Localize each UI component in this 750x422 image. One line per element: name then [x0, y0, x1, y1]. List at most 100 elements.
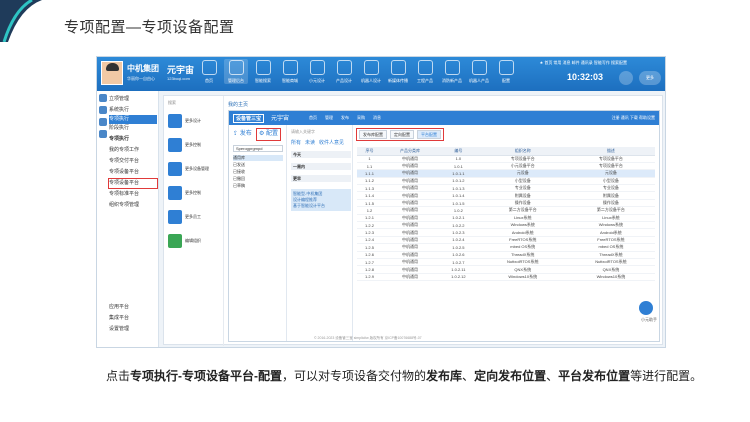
table-row[interactable]: 1.1.5 中机通用 1.0.1.5 操作设备 操作设备 — [357, 199, 655, 208]
workspace-item[interactable]: 更多员工 — [168, 208, 222, 228]
table-row[interactable]: 1.1 中机通用 1.0.1 小元设备平台 专项设备平台 — [357, 162, 655, 171]
workspace-item[interactable]: 更多设计 — [168, 112, 222, 132]
library-tree-item[interactable]: 已草稿 — [233, 183, 245, 189]
inner-menu-item[interactable]: 管理 — [325, 115, 333, 121]
tab-publish[interactable]: ⇪ 发布 — [233, 129, 252, 140]
workspace-item-label: 编辑组织 — [185, 238, 201, 243]
doc-icon[interactable] — [99, 106, 107, 114]
inner-menu-item[interactable]: 首页 — [309, 115, 317, 121]
nav-item[interactable]: 机器人设计 — [359, 59, 383, 84]
home-icon[interactable] — [99, 94, 107, 102]
folder-icon[interactable] — [99, 130, 107, 138]
nav-item[interactable]: 智能搜索 — [251, 59, 275, 84]
inner-menu-item[interactable]: 消息 — [373, 115, 381, 121]
tab-config[interactable]: ⚙ 配置 — [255, 128, 282, 141]
inner-right-links[interactable]: 注册 通讯 下载 帮助设置 — [612, 115, 655, 121]
flow-card[interactable]: 智能型-中机集团 设计编程推荐 基于智能设计平台 — [291, 189, 351, 211]
leftnav-item[interactable]: 应用平台 — [109, 303, 157, 312]
task-icon[interactable] — [99, 118, 107, 126]
config-button[interactable]: 定向配置 — [390, 130, 414, 139]
left-nav: 立项管理 系统执行 专项执行 阶段执行 专项执行 我的专项工作 专项交付平台 专项设备平台 专项… — [97, 91, 159, 347]
leftnav-item[interactable]: 专项执行 — [109, 135, 157, 144]
table-cell: 专业设备 — [478, 184, 567, 193]
config-button[interactable]: 发布库配置 — [359, 130, 387, 139]
table-row[interactable]: 1.2 中机通用 1.0.2 第二方设备平台 第二方设备平台 — [357, 206, 655, 215]
nav-item[interactable]: 配置 — [494, 59, 518, 84]
leftnav-item[interactable]: 专项交付平台 — [109, 157, 157, 166]
flow-tab[interactable]: 所有 — [291, 139, 301, 146]
table-row[interactable]: 1.1.1 中机通用 1.0.1.1 元设备 元设备 — [357, 169, 655, 178]
table-row[interactable]: 1.1.3 中机通用 1.0.1.3 专业设备 专业设备 — [357, 184, 655, 193]
inner-menu-item[interactable]: 采购 — [357, 115, 365, 121]
table-row[interactable]: 1.2.4 中机通用 1.0.2.4 FreeRTOS系统 FreeRTOS系统 — [357, 236, 655, 245]
table-cell: 中机通用 — [381, 169, 439, 178]
nav-item[interactable]: 小元设计 — [305, 59, 329, 84]
workspace-item[interactable]: 更多设备管理 — [168, 160, 222, 180]
leftnav-item[interactable]: 设置管理 — [109, 325, 157, 334]
flow-tab[interactable]: 未读 — [305, 139, 315, 146]
workspace-item-label: 更多员工 — [185, 214, 201, 219]
util-links[interactable]: ★ 首页 常用 消息 邮件 通讯录 智能写作 搜索配置 — [540, 60, 627, 66]
table-row[interactable]: 1.2.3 中机通用 1.0.2.3 Android系统 Android系统 — [357, 228, 655, 237]
table-row[interactable]: 1.2.1 中机通用 1.0.2.1 Linux系统 Linux系统 — [357, 214, 655, 223]
help-icon[interactable] — [639, 301, 653, 315]
table-row[interactable]: 1.2.7 中机通用 1.0.2.7 NuttxolRTOS系统 NuttxolRTOS… — [357, 258, 655, 267]
inner-menu-item[interactable]: 发布 — [341, 115, 349, 121]
nav-icon — [282, 60, 298, 75]
table-row[interactable]: 1.2.2 中机通用 1.0.2.2 Windows系统 Windows系统 — [357, 221, 655, 230]
library-tree-item[interactable]: 已撤回 — [233, 176, 245, 182]
table-cell: Linux系统 — [566, 214, 655, 223]
table-cell: 1.0.1.4 — [438, 191, 479, 200]
leftnav-item[interactable]: 立项管理 — [109, 95, 157, 104]
nav-item[interactable]: 新媒体传播 — [386, 59, 410, 84]
workspace-item[interactable]: 更多控制 — [168, 136, 222, 156]
nav-item[interactable]: 智能商城 — [278, 59, 302, 84]
flow-group-head[interactable]: 一周内 — [291, 163, 351, 170]
help-label: 小元助手 — [641, 317, 657, 322]
table-row[interactable]: 1.1.4 中机通用 1.0.1.4 附属设备 附属设备 — [357, 191, 655, 200]
search-icon[interactable] — [619, 71, 633, 85]
table-row[interactable]: 1 中机通用 1.0 专项设备平台 专项设备平台 — [357, 155, 655, 163]
library-tree-item[interactable]: 通用库 — [233, 155, 283, 161]
table-cell: 中机通用 — [381, 214, 439, 223]
leftnav-item[interactable]: 我的专项工作 — [109, 146, 157, 155]
config-button[interactable]: 平台配置 — [417, 130, 441, 139]
nav-item[interactable]: 产品设计 — [332, 59, 356, 84]
table-cell: 操作设备 — [566, 199, 655, 208]
library-tree-item[interactable]: 已发送 — [233, 162, 245, 168]
flow-group-head[interactable]: 更早 — [291, 175, 351, 182]
leftnav-item[interactable]: 集成平台 — [109, 314, 157, 323]
nav-item[interactable]: 机器人产品 — [467, 59, 491, 84]
leftnav-item[interactable]: 专项设备平台 — [108, 178, 158, 189]
leftnav-item[interactable]: 专项标准平台 — [109, 190, 157, 199]
nav-icon — [309, 60, 325, 75]
flow-group-head[interactable]: 今天 — [291, 151, 351, 158]
leftnav-item[interactable]: 专项执行 — [109, 115, 157, 124]
table-row[interactable]: 1.2.8 中机通用 1.0.2.11 QNX系统 QNX系统 — [357, 265, 655, 274]
library-select[interactable]: Sperogprgmpd — [233, 145, 283, 152]
flow-column: 请输入关键字 所有 未读 收件人意见 今天一周内更早 智能型-中机集团 设计编程推荐基… — [287, 125, 353, 341]
table-row[interactable]: 1.1.2 中机通用 1.0.1.2 小型设备 小型设备 — [357, 177, 655, 186]
flow-tab[interactable]: 收件人意见 — [319, 139, 344, 146]
nav-item[interactable]: 工程产品 — [413, 59, 437, 84]
workspace-item[interactable]: 更多控制 — [168, 184, 222, 204]
workspace-search[interactable]: 搜索 — [168, 100, 218, 106]
nav-item[interactable]: 管理后台 — [224, 59, 248, 84]
table-row[interactable]: 1.2.6 中机通用 1.0.2.6 ThreadX系统 ThreadX系统 — [357, 251, 655, 259]
table-cell: Linux系统 — [478, 214, 567, 223]
table-row[interactable]: 1.2.9 中机通用 1.0.2.12 Windows10系统 Windows10系统 — [357, 273, 655, 282]
workspace-item[interactable]: 编辑组织 — [168, 232, 222, 252]
leftnav-item[interactable]: 组织专项管理 — [109, 201, 157, 210]
flow-search[interactable]: 请输入关键字 — [291, 129, 315, 135]
nav-item[interactable]: 首页 — [197, 59, 221, 84]
nav-item[interactable]: 消防新产品 — [440, 59, 464, 84]
nav-icon — [417, 60, 433, 75]
more-button[interactable]: 更多 — [639, 71, 661, 85]
leftnav-item[interactable]: 专项设备平台 — [109, 168, 157, 177]
table-cell: 1.2.9 — [357, 273, 382, 282]
library-tree-item[interactable]: 已接收 — [233, 169, 245, 175]
table-row[interactable]: 1.2.5 中机通用 1.0.2.5 mbed OS系统 mbed OS系统 — [357, 243, 655, 252]
leftnav-item[interactable]: 系统执行 — [109, 106, 157, 115]
leftnav-item[interactable]: 阶段执行 — [109, 124, 157, 133]
avatar[interactable] — [101, 61, 123, 85]
